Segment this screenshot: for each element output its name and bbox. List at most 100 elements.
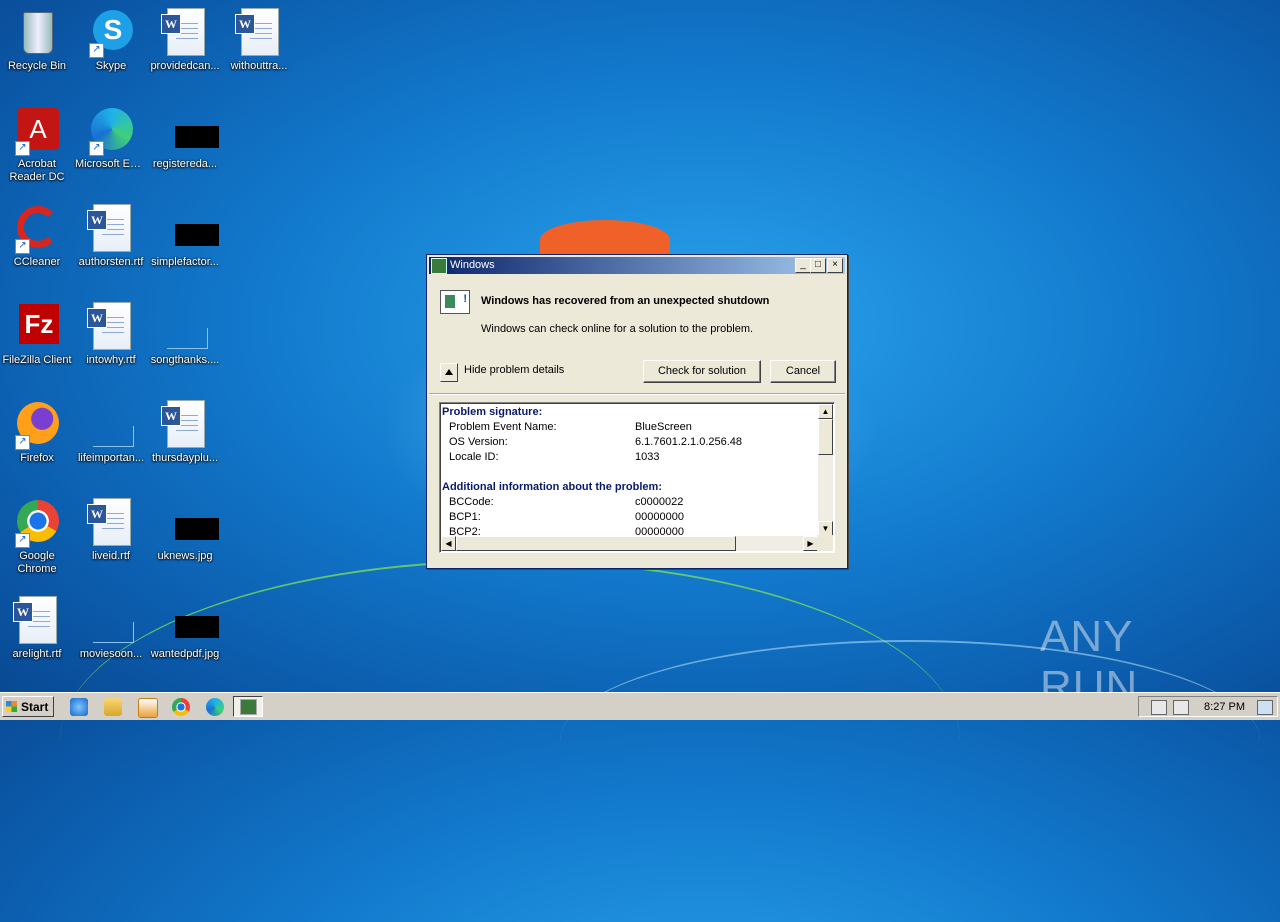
icon-label: simplefactor... xyxy=(151,256,219,268)
desktop-icon-registereda[interactable]: registereda... xyxy=(148,100,222,190)
scroll-up-icon[interactable]: ▲ xyxy=(818,404,833,419)
icon-label: FileZilla Client xyxy=(2,354,72,366)
icon-label: Recycle Bin xyxy=(7,60,67,72)
clock[interactable]: 8:27 PM xyxy=(1204,701,1245,713)
problem-report-icon xyxy=(440,290,470,314)
desktop-icon-arelight[interactable]: W arelight.rtf xyxy=(0,590,74,680)
vertical-scrollbar[interactable]: ▲ ▼ xyxy=(818,404,833,536)
detail-row: OS Version: 6.1.7601.2.1.0.256.48 xyxy=(449,436,743,448)
desktop-icon-uknews[interactable]: uknews.jpg xyxy=(148,492,222,582)
file-icon xyxy=(93,622,134,643)
icon-label: CCleaner xyxy=(13,256,61,268)
shortcut-arrow-icon: ↗ xyxy=(15,533,30,548)
desktop-icon-songthanks[interactable]: songthanks.... xyxy=(148,296,222,386)
icon-label: intowhy.rtf xyxy=(86,354,136,366)
shortcut-arrow-icon: ↗ xyxy=(89,141,104,156)
file-explorer-icon[interactable] xyxy=(104,698,122,716)
start-button[interactable]: Start xyxy=(2,696,54,717)
image-file-icon xyxy=(175,518,219,540)
divider xyxy=(429,393,845,395)
detail-row: BCP2: 00000000 xyxy=(449,526,684,535)
horizontal-scroll-thumb[interactable] xyxy=(456,536,736,551)
icon-label: Acrobat Reader DC xyxy=(9,158,65,183)
maximize-button[interactable]: □ xyxy=(810,258,826,273)
media-player-icon[interactable] xyxy=(138,698,158,718)
action-center-icon[interactable] xyxy=(1257,700,1273,715)
desktop-icon-providedcan[interactable]: W providedcan... xyxy=(148,2,222,92)
detail-row: Locale ID: 1033 xyxy=(449,451,660,463)
dialog-heading: Windows has recovered from an unexpected… xyxy=(481,295,770,307)
icon-label: liveid.rtf xyxy=(92,550,130,562)
desktop-swoosh-2 xyxy=(560,640,1260,842)
cancel-button[interactable]: Cancel xyxy=(770,360,836,383)
desktop-icon-thursdayplu[interactable]: W thursdayplu... xyxy=(148,394,222,484)
desktop-icon-simplefactor[interactable]: simplefactor... xyxy=(148,198,222,288)
scroll-down-icon[interactable]: ▼ xyxy=(818,521,833,536)
desktop-icon-wantedpdf[interactable]: wantedpdf.jpg xyxy=(148,590,222,680)
desktop-icon-authorsten[interactable]: W authorsten.rtf xyxy=(74,198,148,288)
image-file-icon xyxy=(175,126,219,148)
desktop-icon-recycle-bin[interactable]: Recycle Bin xyxy=(0,2,74,92)
dialog-title: Windows xyxy=(450,259,495,271)
desktop-icon-firefox[interactable]: ↗ Firefox xyxy=(0,394,74,484)
icon-label: moviesoon... xyxy=(79,648,143,660)
start-label: Start xyxy=(21,700,49,714)
icon-label: arelight.rtf xyxy=(12,648,62,660)
active-window-task[interactable] xyxy=(233,696,263,717)
desktop-icon-ccleaner[interactable]: ↗ CCleaner xyxy=(0,198,74,288)
windows-flag-icon xyxy=(240,699,257,715)
icon-label: Skype xyxy=(95,60,127,72)
dialog-subtext: Windows can check online for a solution … xyxy=(481,323,754,335)
recycle-bin-icon xyxy=(23,12,53,54)
icon-label: registereda... xyxy=(152,158,218,170)
image-file-icon xyxy=(175,616,219,638)
internet-explorer-icon[interactable] xyxy=(70,698,88,716)
icon-label: withouttra... xyxy=(230,60,288,72)
icon-label: providedcan... xyxy=(150,60,220,72)
anyrun-watermark: ANY RUN xyxy=(1040,612,1139,711)
shortcut-arrow-icon: ↗ xyxy=(89,43,104,58)
icon-label: songthanks.... xyxy=(150,354,220,366)
desktop-icon-chrome[interactable]: ↗ Google Chrome xyxy=(0,492,74,582)
chrome-taskbar-icon[interactable] xyxy=(172,698,190,716)
dialog-title-bar[interactable]: Windows _ □ × xyxy=(429,257,845,274)
desktop-icon-filezilla[interactable]: Fz FileZilla Client xyxy=(0,296,74,386)
toggle-details-button[interactable] xyxy=(440,363,458,382)
close-button[interactable]: × xyxy=(827,258,843,273)
desktop-icon-acrobat[interactable]: A ↗ Acrobat Reader DC xyxy=(0,100,74,190)
desktop-icon-skype[interactable]: S ↗ Skype xyxy=(74,2,148,92)
filezilla-icon: Fz xyxy=(19,304,59,344)
problem-details-box[interactable]: Problem signature: Problem Event Name: Bl… xyxy=(439,402,835,553)
toggle-details-label[interactable]: Hide problem details xyxy=(464,364,564,376)
problem-signature-title: Problem signature: xyxy=(442,406,543,418)
minimize-button[interactable]: _ xyxy=(795,258,811,273)
network-icon[interactable] xyxy=(1173,700,1189,715)
horizontal-scrollbar[interactable]: ◀ ▶ xyxy=(441,536,818,551)
taskbar: Start 8:27 PM xyxy=(0,692,1280,720)
scroll-right-icon[interactable]: ▶ xyxy=(803,536,818,551)
scroll-corner xyxy=(817,535,833,551)
desktop-icon-lifeimportan[interactable]: lifeimportan... xyxy=(74,394,148,484)
vertical-scroll-thumb[interactable] xyxy=(818,419,833,455)
icon-label: wantedpdf.jpg xyxy=(150,648,220,660)
shortcut-arrow-icon: ↗ xyxy=(15,239,30,254)
system-tray: 8:27 PM xyxy=(1138,696,1278,717)
desktop-icon-edge[interactable]: ↗ Microsoft Edge xyxy=(74,100,148,190)
detail-row: BCCode: c0000022 xyxy=(449,496,684,508)
desktop-icon-moviesoon[interactable]: moviesoon... xyxy=(74,590,148,680)
scroll-left-icon[interactable]: ◀ xyxy=(441,536,456,551)
desktop-icon-withouttra[interactable]: W withouttra... xyxy=(222,2,296,92)
recovery-dialog: Windows _ □ × Windows has recovered from… xyxy=(426,254,848,569)
detail-row: Problem Event Name: BlueScreen xyxy=(449,421,692,433)
desktop-icon-intowhy[interactable]: W intowhy.rtf xyxy=(74,296,148,386)
file-icon xyxy=(167,328,208,349)
check-for-solution-button[interactable]: Check for solution xyxy=(643,360,761,383)
edge-taskbar-icon[interactable] xyxy=(206,698,224,716)
windows-logo-icon xyxy=(6,701,17,712)
icon-label: Google Chrome xyxy=(17,550,57,575)
shortcut-arrow-icon: ↗ xyxy=(15,141,30,156)
icon-label: authorsten.rtf xyxy=(78,256,144,268)
volume-icon[interactable] xyxy=(1151,700,1167,715)
desktop-icon-liveid[interactable]: W liveid.rtf xyxy=(74,492,148,582)
icon-label: Firefox xyxy=(20,452,54,464)
